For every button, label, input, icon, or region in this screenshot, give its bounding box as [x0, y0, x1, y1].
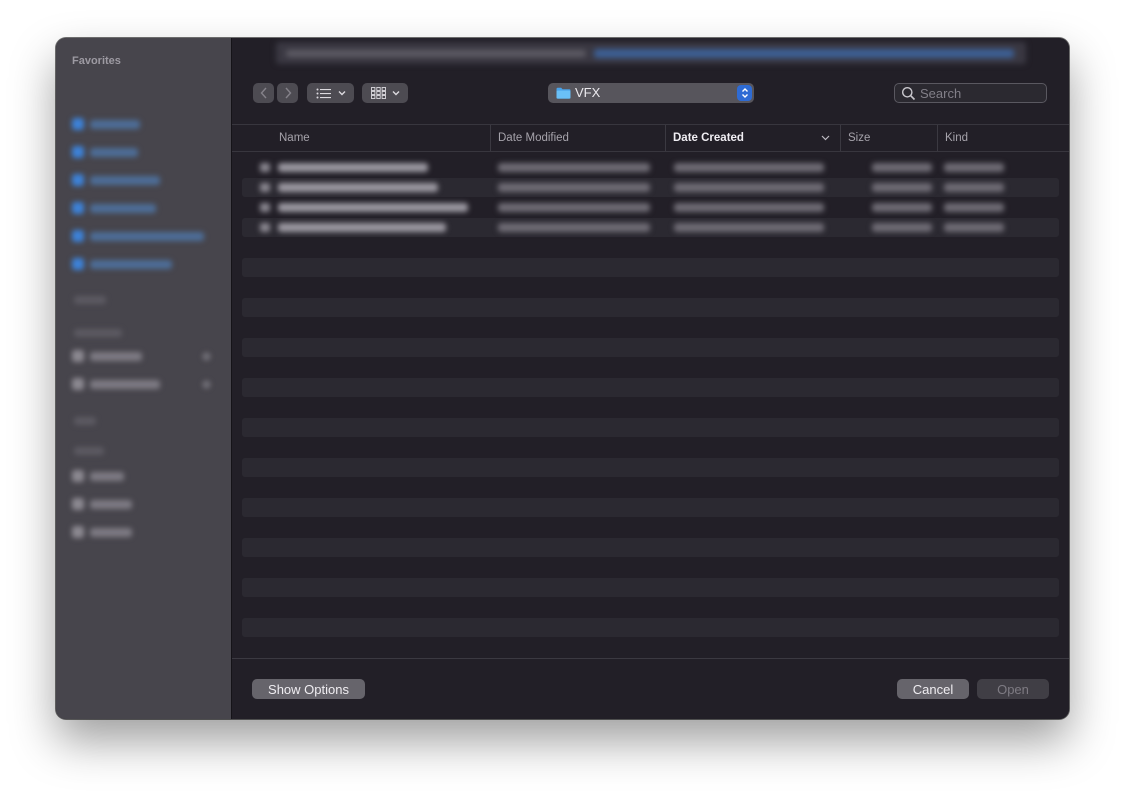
- sidebar-item[interactable]: [72, 377, 160, 391]
- search-field[interactable]: [894, 83, 1047, 103]
- sidebar-item[interactable]: [72, 525, 132, 539]
- list-stripe: [242, 458, 1059, 477]
- list-stripe: [242, 418, 1059, 437]
- eject-icon[interactable]: [202, 352, 211, 361]
- cancel-button[interactable]: Cancel: [897, 679, 969, 699]
- folder-icon: [556, 87, 571, 99]
- column-header-date-modified[interactable]: Date Modified: [490, 125, 665, 151]
- sidebar-item[interactable]: [72, 257, 172, 271]
- table-row[interactable]: [242, 158, 1059, 177]
- show-options-button[interactable]: Show Options: [252, 679, 365, 699]
- popup-arrows-icon: [737, 85, 752, 101]
- file-browser: VFX Name Date Modified Date Created Size…: [232, 38, 1069, 719]
- open-file-dialog: Favorites VFX Search Name Date Modified …: [56, 38, 1069, 719]
- column-header-row: Name Date Modified Date Created Size Kin…: [232, 124, 1069, 152]
- eject-icon[interactable]: [202, 380, 211, 389]
- list-stripe: [242, 538, 1059, 557]
- location-label: VFX: [575, 85, 601, 100]
- path-bar[interactable]: [276, 42, 1026, 64]
- list-view-button[interactable]: [307, 83, 354, 103]
- location-popup[interactable]: VFX: [548, 83, 754, 103]
- list-stripe: [242, 258, 1059, 277]
- sidebar-section-favorites: Favorites: [72, 55, 121, 67]
- sort-descending-icon: [821, 135, 830, 141]
- sidebar-item[interactable]: [72, 349, 142, 363]
- column-header-label: Date Created: [673, 132, 744, 144]
- list-stripe: [242, 578, 1059, 597]
- chevron-left-icon: [260, 87, 267, 99]
- sidebar-item[interactable]: [72, 229, 204, 243]
- list-stripe: [242, 378, 1059, 397]
- list-view-icon: [316, 88, 331, 98]
- list-stripe: [242, 298, 1059, 317]
- forward-button[interactable]: [277, 83, 298, 103]
- dialog-footer: Show Options Cancel Open: [232, 658, 1069, 719]
- sidebar-item[interactable]: [72, 117, 140, 131]
- open-button[interactable]: Open: [977, 679, 1049, 699]
- sidebar-section-header: [74, 329, 122, 337]
- gallery-view-button[interactable]: [362, 83, 408, 103]
- column-header-size[interactable]: Size: [840, 125, 937, 151]
- sidebar-item[interactable]: [72, 469, 124, 483]
- table-row[interactable]: [242, 198, 1059, 217]
- sidebar-item[interactable]: [72, 145, 138, 159]
- chevron-down-icon: [338, 91, 345, 96]
- sidebar-item[interactable]: [72, 497, 132, 511]
- sidebar: Favorites: [56, 38, 232, 719]
- sidebar-item[interactable]: [72, 201, 156, 215]
- icon-grid-icon: [370, 87, 386, 99]
- column-header-name[interactable]: Name: [279, 125, 490, 151]
- search-icon: [902, 87, 916, 101]
- sidebar-section-header: [74, 417, 96, 425]
- column-header-date-created[interactable]: Date Created: [665, 125, 840, 151]
- sidebar-section-header: [74, 296, 106, 304]
- column-header-kind[interactable]: Kind: [937, 125, 1069, 151]
- sidebar-section-header: [74, 447, 104, 455]
- chevron-down-icon: [392, 91, 399, 96]
- list-stripe: [242, 338, 1059, 357]
- list-stripe: [242, 618, 1059, 637]
- back-button[interactable]: [253, 83, 274, 103]
- sidebar-item[interactable]: [72, 173, 160, 187]
- list-stripe: [242, 498, 1059, 517]
- chevron-right-icon: [284, 87, 291, 99]
- search-input[interactable]: [920, 85, 1040, 101]
- table-row[interactable]: [242, 178, 1059, 197]
- table-row[interactable]: [242, 218, 1059, 237]
